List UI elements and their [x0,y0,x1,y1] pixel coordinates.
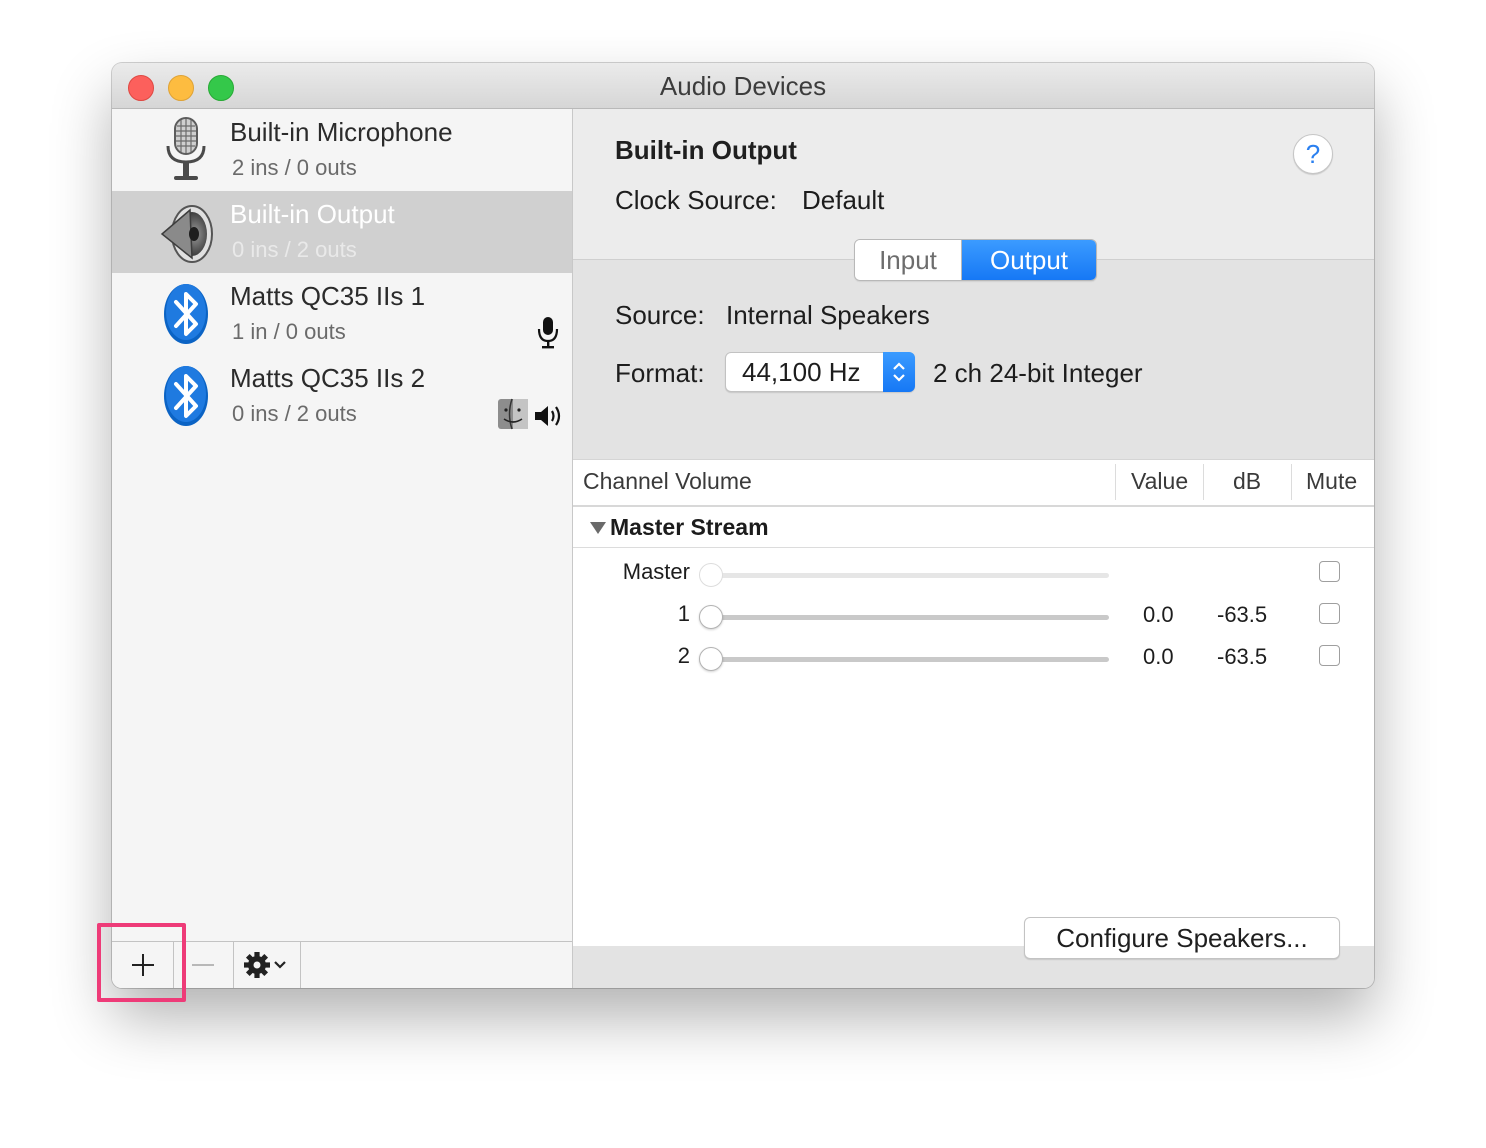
device-item-matts-qc35-iis-2[interactable]: Matts QC35 IIs 2 0 ins / 2 outs [112,355,572,437]
input-output-segmented-control: Input Output [854,239,1097,281]
tab-input[interactable]: Input [855,240,962,280]
volume-slider-track [711,657,1109,662]
table-header: Channel Volume Value dB Mute [573,460,1374,507]
channel-db: -63.5 [1217,644,1268,669]
clock-source-label: Clock Source: [615,185,777,215]
clock-source-value: Default [802,185,885,215]
device-io-count: 0 ins / 2 outs [232,401,357,426]
table-row: Master [573,551,1374,591]
device-detail-pane: Built-in Output ? Clock Source: Default … [573,109,1374,988]
bottom-bar: Configure Speakers... [573,917,1374,988]
column-channel-volume[interactable]: Channel Volume [583,468,752,495]
channel-value: 0.0 [1143,644,1174,669]
title-bar: Audio Devices [112,63,1374,109]
finder-icon [498,398,528,430]
channel-label: Master [622,559,690,584]
bluetooth-icon [164,366,208,426]
column-mute[interactable]: Mute [1306,468,1357,495]
format-select-value: 44,100 Hz [742,357,861,387]
device-io-count: 2 ins / 0 outs [232,155,357,180]
device-name: Matts QC35 IIs 1 [230,281,426,311]
device-name: Matts QC35 IIs 2 [230,363,426,393]
device-list-sidebar: Built-in Microphone 2 ins / 0 outs Built… [112,109,573,988]
disclosure-triangle-icon[interactable] [589,521,607,535]
configure-speakers-button[interactable]: Configure Speakers... [1024,917,1340,959]
audio-devices-window: Audio Devices Built-in Microphone 2 ins … [112,63,1374,988]
device-item-built-in-output[interactable]: Built-in Output 0 ins / 2 outs [112,191,572,273]
device-item-matts-qc35-iis-1[interactable]: Matts QC35 IIs 1 1 in / 0 outs [112,273,572,355]
channel-db: -63.5 [1217,602,1268,627]
source-value: Internal Speakers [726,300,930,330]
volume-slider-knob[interactable] [699,563,723,587]
table-row: 1 0.0 -63.5 [573,593,1374,633]
device-io-count: 0 ins / 2 outs [232,237,357,262]
mute-checkbox[interactable] [1319,561,1340,582]
volume-slider-knob[interactable] [699,647,723,671]
tab-output[interactable]: Output [962,240,1096,280]
channel-label: 2 [677,643,690,668]
stream-group-row[interactable]: Master Stream [573,507,1374,548]
device-name: Built-in Microphone [230,117,453,147]
volume-slider-track [711,615,1109,620]
volume-slider-track [711,573,1109,578]
table-row: 2 0.0 -63.5 [573,635,1374,675]
volume-slider-knob[interactable] [699,605,723,629]
chevron-updown-icon [883,352,915,392]
format-detail: 2 ch 24-bit Integer [933,358,1143,388]
column-value[interactable]: Value [1131,468,1188,495]
device-title: Built-in Output [615,135,797,165]
add-button-highlight [97,923,186,1002]
output-settings-panel: Source: Internal Speakers Format: 44,100… [573,259,1374,988]
device-io-count: 1 in / 0 outs [232,319,346,344]
bluetooth-icon [164,284,208,344]
mute-checkbox[interactable] [1319,603,1340,624]
source-label: Source: [615,300,705,330]
volume-icon [535,406,561,426]
column-db[interactable]: dB [1233,468,1261,495]
device-name: Built-in Output [230,199,395,229]
channel-volume-table: Channel Volume Value dB Mute Master Stre… [573,459,1374,946]
gear-menu-button[interactable] [233,942,301,988]
format-select[interactable]: 44,100 Hz [725,352,915,392]
mic-icon [537,317,559,349]
device-header: Built-in Output ? Clock Source: Default [573,109,1374,259]
microphone-icon [166,117,206,180]
mute-checkbox[interactable] [1319,645,1340,666]
format-label: Format: [615,358,705,388]
minus-icon [192,964,214,966]
gear-icon [243,952,286,978]
channel-value: 0.0 [1143,602,1174,627]
device-item-built-in-microphone[interactable]: Built-in Microphone 2 ins / 0 outs [112,109,572,191]
help-button[interactable]: ? [1293,134,1333,174]
window-title: Audio Devices [659,71,827,101]
stream-group-label: Master Stream [610,514,769,540]
speaker-icon [160,205,213,263]
channel-label: 1 [677,601,690,626]
